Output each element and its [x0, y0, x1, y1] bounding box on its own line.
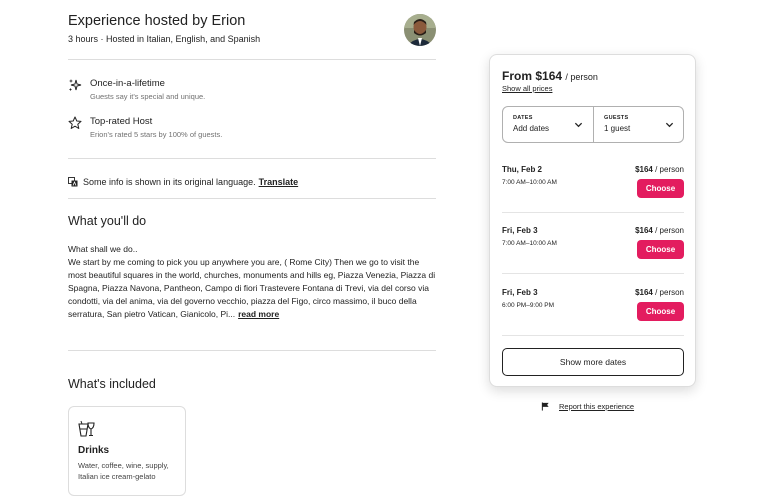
slot-price-per: / person — [655, 226, 684, 235]
drinks-icon — [78, 420, 95, 437]
what-youll-do-heading: What you'll do — [68, 214, 147, 228]
slot-price: $164 / person — [635, 288, 684, 297]
highlight-title: Top-rated Host — [90, 116, 153, 127]
guests-picker[interactable]: GUESTS 1 guest — [594, 107, 684, 142]
booking-card: From $164 / person Show all prices DATES… — [489, 54, 696, 387]
translate-link[interactable]: Translate — [259, 177, 299, 187]
report-experience[interactable]: Report this experience — [541, 402, 634, 411]
description-intro: What shall we do.. — [68, 244, 138, 254]
slot-price-value: $164 — [635, 288, 653, 297]
included-item-title: Drinks — [78, 445, 110, 456]
flag-icon — [541, 402, 549, 411]
slot-time: 6:00 PM–9:00 PM — [502, 302, 555, 309]
slot-price-per: / person — [655, 288, 684, 297]
translate-icon — [68, 177, 78, 187]
slot-price-value: $164 — [635, 226, 653, 235]
date-slot: Thu, Feb 2 7:00 AM–10:00 AM $164 / perso… — [502, 165, 684, 215]
star-icon — [68, 116, 82, 129]
price-per: / person — [565, 72, 598, 82]
price-value: $164 — [535, 69, 563, 83]
translate-text: Some info is shown in its original langu… — [83, 177, 256, 187]
date-guest-picker: DATES Add dates GUESTS 1 guest — [502, 106, 684, 143]
show-all-prices-link[interactable]: Show all prices — [502, 84, 552, 93]
choose-button[interactable]: Choose — [637, 240, 684, 259]
slot-date: Fri, Feb 3 — [502, 226, 538, 235]
translate-notice: Some info is shown in its original langu… — [68, 177, 298, 187]
host-avatar[interactable] — [404, 14, 436, 46]
choose-button[interactable]: Choose — [637, 179, 684, 198]
slot-price: $164 / person — [635, 165, 684, 174]
divider — [502, 335, 684, 336]
report-link[interactable]: Report this experience — [559, 402, 634, 411]
slot-price-per: / person — [655, 165, 684, 174]
divider — [68, 59, 436, 60]
show-more-dates-button[interactable]: Show more dates — [502, 348, 684, 376]
slot-price-value: $164 — [635, 165, 653, 174]
choose-button[interactable]: Choose — [637, 302, 684, 321]
avatar-image — [404, 14, 436, 46]
divider — [502, 273, 684, 274]
included-item-drinks: Drinks Water, coffee, wine, supply, Ital… — [68, 406, 186, 496]
highlight-desc: Erion's rated 5 stars by 100% of guests. — [90, 130, 223, 139]
sparkle-icon — [69, 79, 82, 91]
slot-time: 7:00 AM–10:00 AM — [502, 240, 557, 247]
slot-date: Thu, Feb 2 — [502, 165, 542, 174]
date-slot: Fri, Feb 3 7:00 AM–10:00 AM $164 / perso… — [502, 226, 684, 276]
included-item-desc: Water, coffee, wine, supply, Italian ice… — [78, 461, 169, 481]
chevron-down-icon — [665, 122, 674, 128]
divider — [68, 158, 436, 159]
dates-value: Add dates — [513, 124, 550, 133]
divider — [502, 212, 684, 213]
experience-description: What shall we do.. We start by me coming… — [68, 243, 438, 320]
divider — [68, 350, 436, 351]
date-slot: Fri, Feb 3 6:00 PM–9:00 PM $164 / person… — [502, 288, 684, 338]
price-summary: From $164 / person — [502, 69, 598, 83]
highlight-title: Once-in-a-lifetime — [90, 78, 165, 89]
highlight-desc: Guests say it's special and unique. — [90, 92, 206, 101]
dates-picker[interactable]: DATES Add dates — [503, 107, 593, 142]
slot-price: $164 / person — [635, 226, 684, 235]
whats-included-heading: What's included — [68, 377, 156, 391]
slot-date: Fri, Feb 3 — [502, 288, 538, 297]
slot-time: 7:00 AM–10:00 AM — [502, 179, 557, 186]
guests-label: GUESTS — [604, 115, 629, 121]
chevron-down-icon — [574, 122, 583, 128]
host-title: Experience hosted by Erion — [68, 13, 246, 29]
host-subtitle: 3 hours · Hosted in Italian, English, an… — [68, 34, 261, 44]
guests-value: 1 guest — [604, 124, 631, 133]
divider — [68, 198, 436, 199]
price-prefix: From — [502, 69, 532, 83]
dates-label: DATES — [513, 115, 533, 121]
read-more-link[interactable]: read more — [238, 309, 279, 319]
